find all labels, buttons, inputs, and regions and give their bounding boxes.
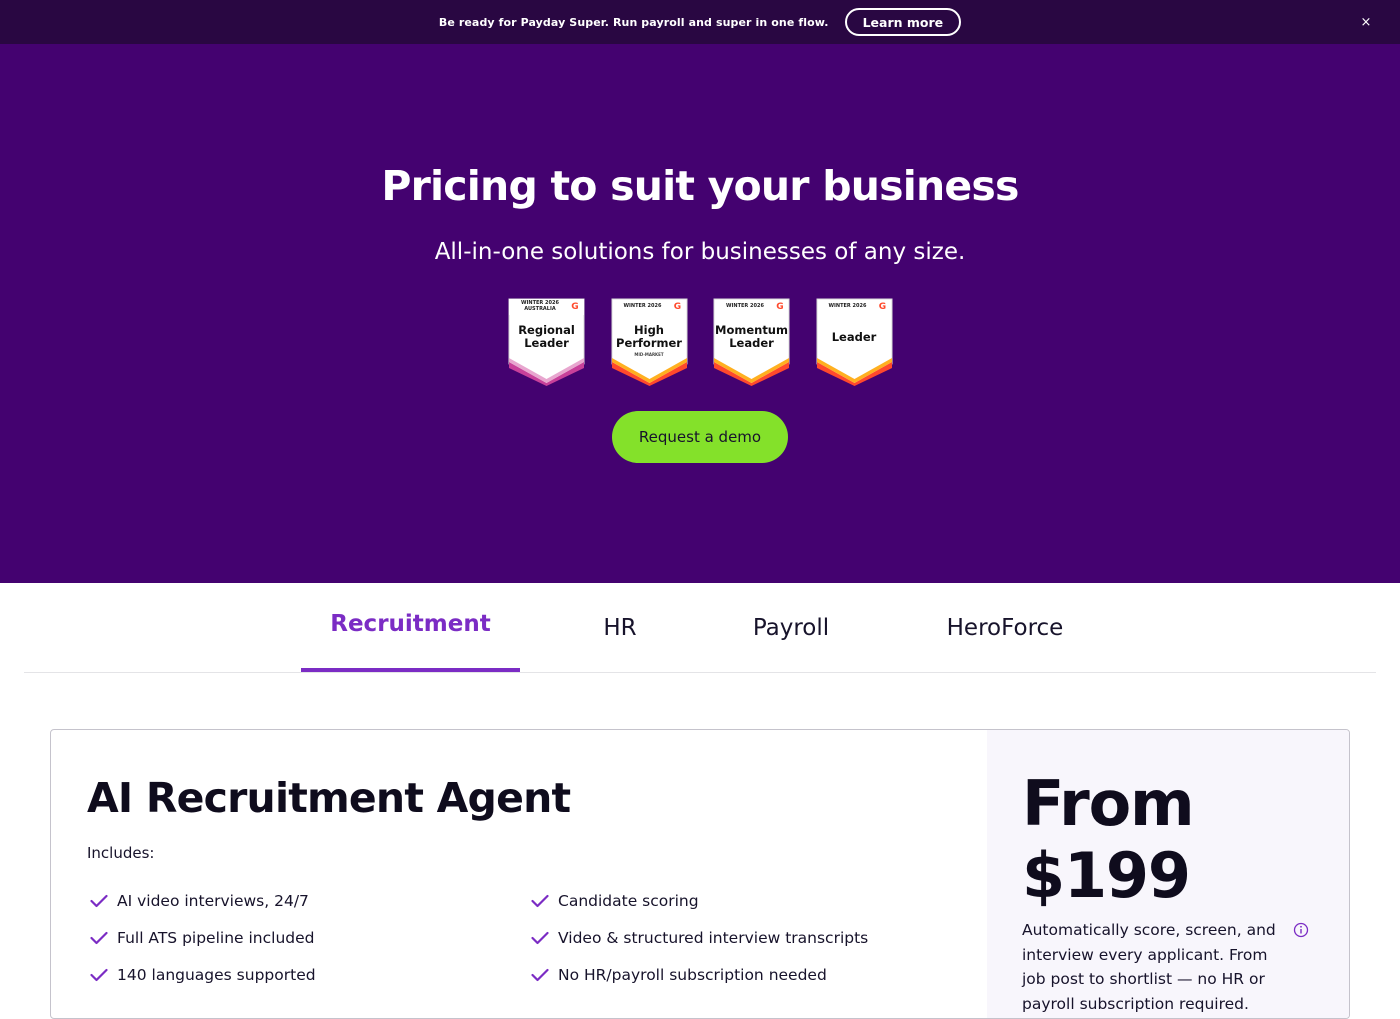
g2-badge: WINTER 2026 AUSTRALIA G Regional Leader [508, 298, 585, 386]
product-tabs: Recruitment HR Payroll HeroForce [24, 583, 1376, 673]
includes-label: Includes: [87, 844, 155, 862]
g2-badges: WINTER 2026 AUSTRALIA G Regional Leader WI… [508, 298, 892, 386]
badge-season: WINTER 2026 [726, 303, 764, 309]
badge-line2: Leader [524, 336, 569, 350]
tab-heroforce[interactable]: HeroForce [928, 583, 1082, 672]
feature-item: 140 languages supported [89, 956, 316, 993]
banner-text: Be ready for Payday Super. Run payroll a… [438, 15, 829, 29]
price-panel: From $199 Automatically score, screen, a… [987, 730, 1349, 1018]
pricing-card: AI Recruitment Agent Includes: AI video … [50, 729, 1350, 1019]
active-tab-indicator [301, 668, 520, 672]
badge-segment: MID-MARKET [634, 352, 664, 357]
feature-text: AI video interviews, 24/7 [117, 891, 309, 910]
hero-section: Pricing to suit your business All-in-one… [0, 44, 1400, 583]
plan-title: AI Recruitment Agent [87, 774, 571, 822]
g2-logo-icon: G [568, 300, 582, 313]
price-amount: $199 [1022, 839, 1191, 912]
feature-text: No HR/payroll subscription needed [558, 965, 827, 984]
feature-item: Video & structured interview transcripts [530, 919, 868, 956]
check-icon [530, 928, 550, 948]
check-icon [530, 891, 550, 911]
badge-line1: High [634, 323, 664, 337]
badge-line1: Regional [518, 323, 575, 337]
price: From $199 [1022, 767, 1195, 912]
feature-text: Full ATS pipeline included [117, 928, 315, 947]
close-icon[interactable]: × [1356, 12, 1376, 32]
badge-line1: Leader [831, 330, 877, 344]
price-prefix: From [1022, 767, 1195, 840]
learn-more-button[interactable]: Learn more [844, 8, 962, 36]
badge-line2: Leader [729, 336, 774, 350]
g2-badge: WINTER 2026 G Momentum Leader [713, 298, 790, 386]
g2-badge: WINTER 2026 G High Performer MID-MARKET [611, 298, 687, 386]
badge-season: WINTER 2026 [828, 303, 867, 309]
g2-badge: WINTER 2026 G Leader [816, 298, 892, 386]
check-icon [530, 965, 550, 985]
tab-payroll[interactable]: Payroll [736, 583, 846, 672]
feature-item: AI video interviews, 24/7 [89, 882, 316, 919]
tab-recruitment[interactable]: Recruitment [301, 579, 520, 668]
feature-text: Candidate scoring [558, 891, 699, 910]
badge-region: AUSTRALIA [524, 305, 556, 312]
badge-line2: Performer [616, 336, 682, 350]
plan-description: Automatically score, screen, and intervi… [1022, 921, 1276, 1013]
announcement-banner: Be ready for Payday Super. Run payroll a… [0, 0, 1400, 44]
feature-list-left: AI video interviews, 24/7 Full ATS pipel… [89, 882, 316, 993]
info-icon[interactable] [1293, 922, 1309, 938]
badge-line1: Momentum [715, 323, 788, 337]
feature-item: Candidate scoring [530, 882, 868, 919]
feature-list-right: Candidate scoring Video & structured int… [530, 882, 868, 993]
feature-item: Full ATS pipeline included [89, 919, 316, 956]
badge-season: WINTER 2026 [623, 303, 662, 309]
g2-logo-icon: G [876, 300, 889, 313]
g2-logo-icon: G [773, 300, 787, 313]
page-subtitle: All-in-one solutions for businesses of a… [434, 239, 966, 265]
request-demo-button[interactable]: Request a demo [612, 411, 788, 463]
feature-text: 140 languages supported [117, 965, 316, 984]
feature-item: No HR/payroll subscription needed [530, 956, 868, 993]
check-icon [89, 928, 109, 948]
tab-hr[interactable]: HR [582, 583, 658, 672]
g2-logo-icon: G [671, 300, 684, 313]
check-icon [89, 891, 109, 911]
feature-text: Video & structured interview transcripts [558, 928, 869, 947]
page-title: Pricing to suit your business [381, 162, 1019, 210]
check-icon [89, 965, 109, 985]
